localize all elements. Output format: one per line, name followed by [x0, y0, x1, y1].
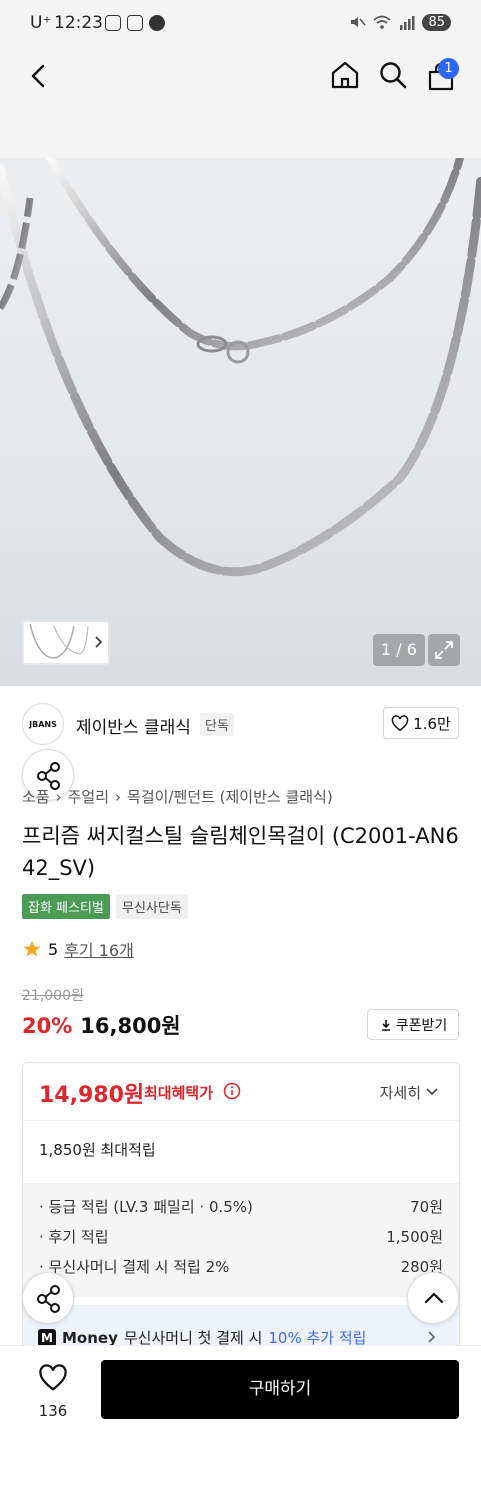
coupon-label: 쿠폰받기 — [395, 1017, 448, 1034]
money-brand: Money — [62, 1328, 118, 1347]
max-benefit-label: 최대혜택가 — [144, 1084, 214, 1102]
wifi-icon — [373, 15, 392, 29]
image-thumbnail[interactable] — [22, 620, 110, 665]
benefit-header[interactable]: 14,980원 최대혜택가 자세히 — [23, 1063, 459, 1121]
share-icon — [37, 1285, 60, 1313]
gallery-counter: 1 / 6 — [373, 634, 425, 666]
cart-count-badge: 1 — [438, 58, 459, 79]
share-button-floating[interactable] — [22, 1272, 74, 1324]
top-navigation: 1 — [0, 48, 481, 158]
instagram-icon — [127, 15, 143, 31]
home-icon[interactable] — [330, 60, 360, 90]
exclusive-badge: 무신사단독 — [116, 894, 188, 919]
rating-row: 5 후기 16개 — [22, 937, 134, 961]
breadcrumb-item[interactable]: 주얼리 — [68, 786, 109, 807]
breadcrumb: 소품 › 주얼리 › 목걸이/펜던트 (제이반스 클래식) — [22, 786, 333, 807]
detail-toggle[interactable]: 자세히 — [380, 1082, 421, 1103]
signal-icon — [400, 16, 415, 30]
chevron-right-icon: › — [115, 787, 122, 806]
breadcrumb-item[interactable]: 목걸이/펜던트 (제이반스 클래식) — [127, 786, 333, 807]
buy-button[interactable]: 구매하기 — [101, 1360, 459, 1419]
thumbnail-necklace — [29, 623, 103, 659]
coupon-button[interactable]: 쿠폰받기 — [367, 1009, 459, 1040]
chevron-right-icon: › — [55, 787, 62, 806]
points-row: · 등급 적립 (LV.3 패밀리 · 0.5%) 70원 — [39, 1196, 443, 1217]
points-label: · 등급 적립 (LV.3 패밀리 · 0.5%) — [39, 1198, 253, 1216]
money-logo-icon: M — [38, 1328, 56, 1347]
favorite-count: 136 — [38, 1402, 68, 1420]
info-icon[interactable] — [223, 1082, 241, 1100]
clock: 12:23 — [54, 13, 103, 33]
screenshot-icon — [105, 15, 121, 31]
chevron-down-icon — [426, 1088, 438, 1096]
heart-icon — [391, 714, 409, 731]
points-row: · 후기 적립 1,500원 — [39, 1226, 443, 1247]
scroll-top-button[interactable] — [407, 1272, 459, 1324]
star-icon — [23, 940, 41, 957]
review-link[interactable]: 후기 16개 — [64, 937, 134, 961]
carrier-label: U⁺ — [30, 13, 52, 33]
expand-icon — [435, 641, 453, 659]
chevron-right-icon — [428, 1331, 436, 1343]
max-benefit-price: 14,980원 — [39, 1083, 145, 1108]
brand-name[interactable]: 제이반스 클래식 — [76, 713, 191, 738]
favorite-button[interactable]: 136 — [22, 1360, 84, 1420]
price-row: 20% 16,800원 — [22, 1010, 181, 1040]
brand-like-count: 1.6만 — [413, 714, 451, 733]
points-value: 70원 — [410, 1198, 443, 1216]
original-price: 21,000원 — [22, 988, 84, 1004]
mute-icon — [351, 17, 367, 27]
notification-icons — [105, 15, 165, 31]
points-label: · 후기 적립 — [39, 1228, 109, 1246]
back-arrow-icon[interactable] — [26, 62, 52, 90]
cart-button[interactable]: 1 — [426, 58, 460, 92]
status-bar: U⁺ 12:23 85 — [0, 0, 481, 48]
brand-logo[interactable]: JBANS — [22, 703, 64, 745]
search-icon[interactable] — [378, 60, 408, 90]
product-title: 프리즘 써지컬스틸 슬림체인목걸이 (C2001-AN642_SV) — [22, 824, 459, 880]
brand-like-button[interactable]: 1.6만 — [383, 707, 459, 739]
chevron-right-icon — [95, 636, 103, 648]
points-row: · 무신사머니 결제 시 적립 2% 280원 — [39, 1256, 443, 1277]
battery-indicator: 85 — [422, 13, 451, 31]
points-total: 1,850원 최대적립 — [39, 1141, 156, 1159]
festival-badge: 잡화 페스티벌 — [22, 894, 110, 919]
breadcrumb-item[interactable]: 소품 — [22, 786, 50, 807]
discount-rate: 20% — [22, 1014, 73, 1038]
exclusive-tag: 단독 — [200, 713, 234, 736]
heart-icon — [39, 1364, 67, 1391]
system-icons: 85 — [348, 13, 451, 31]
necklace-image — [0, 158, 481, 577]
product-image[interactable] — [0, 158, 481, 686]
download-icon — [381, 1019, 390, 1031]
points-value: 1,500원 — [386, 1228, 443, 1246]
chevron-up-icon — [424, 1292, 444, 1304]
kakaotalk-icon — [149, 15, 165, 31]
expand-button[interactable] — [428, 634, 460, 666]
sale-price: 16,800원 — [80, 1014, 181, 1038]
rating-score: 5 — [48, 939, 59, 959]
points-list: · 등급 적립 (LV.3 패밀리 · 0.5%) 70원 · 후기 적립 1,… — [23, 1183, 459, 1297]
